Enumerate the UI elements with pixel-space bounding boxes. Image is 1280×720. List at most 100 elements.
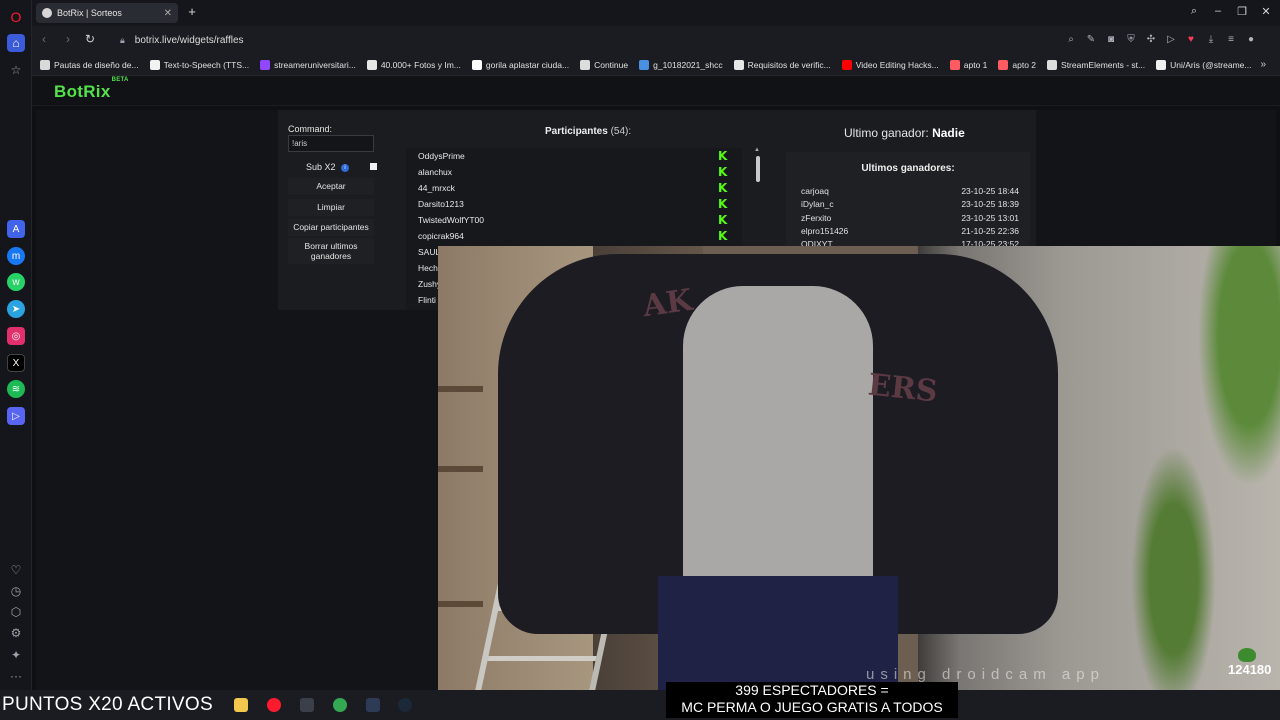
video-person-shirt [683,286,873,606]
bookmarks-overflow-icon[interactable]: » [1260,59,1266,70]
pepe-emote-icon [1238,648,1256,662]
instagram-icon[interactable]: ◎ [7,327,25,345]
bookmark-item[interactable]: g_10182021_shcc [639,59,723,70]
shield-icon[interactable]: ⛨ [1124,33,1138,47]
last-winner-heading: Ultimo ganador: Nadie [844,126,965,140]
participant-name: Flinti [418,295,436,305]
delete-winners-button[interactable]: Borrar ultimos ganadores [288,238,374,264]
bookmark-favicon-icon [949,59,960,70]
download-icon[interactable]: ⤓ [1204,33,1218,47]
bookmark-label: Uni/Aris (@streame... [1170,59,1252,70]
minimize-icon[interactable]: – [1208,5,1228,17]
bookmark-favicon-icon [1156,59,1167,70]
bookmark-item[interactable]: gorila aplastar ciuda... [471,59,570,70]
bookmark-item[interactable]: Uni/Aris (@streame... [1156,59,1252,70]
command-input[interactable] [288,135,374,152]
vpn-icon[interactable]: ✣ [1144,33,1158,47]
winner-date: 21-10-25 22:36 [961,225,1019,236]
profile-icon[interactable]: ● [1244,33,1258,47]
winner-name: carjoaq [801,186,829,196]
tips-lightbulb-icon[interactable]: ✦ [7,646,25,664]
clear-button[interactable]: Limpiar [288,199,374,216]
participants-title-text: Participantes [545,126,608,137]
back-arrow-icon[interactable]: ‹ [36,32,52,46]
bookmark-item[interactable]: StreamElements - st... [1047,59,1145,70]
edit-icon[interactable]: ✎ [1084,33,1098,47]
participant-name: TwistedWolfYT00 [418,215,484,225]
spotify-icon[interactable]: ≋ [7,380,25,398]
participant-row: Darsito1213 K [406,196,742,212]
last-winner-name: Nadie [932,126,965,140]
history-icon[interactable]: ◷ [7,582,25,600]
bookmark-item[interactable]: apto 1 [949,59,987,70]
kick-platform-icon: K [718,165,728,179]
close-window-icon[interactable]: ✕ [1256,5,1276,18]
winner-date: 23-10-25 18:39 [961,199,1019,210]
restore-icon[interactable]: ❐ [1232,5,1252,18]
url-text: botrix.live/widgets/raffles [134,35,244,46]
easy-setup-icon[interactable]: ≡ [1224,33,1238,47]
home-icon[interactable]: ⌂ [7,34,25,52]
player-icon[interactable]: ▷ [7,407,25,425]
bookmark-label: Video Editing Hacks... [855,59,939,70]
speed-dial-icon[interactable]: ☆ [7,61,25,79]
extensions-icon[interactable]: ⬡ [7,603,25,621]
camera-icon[interactable]: ◙ [1104,33,1118,47]
botrix-logo[interactable]: BotRixBETA [54,77,128,102]
bookmark-item[interactable]: Text-to-Speech (TTS... [149,59,250,70]
steam-icon[interactable] [398,698,412,712]
bookmark-item[interactable]: Continue [580,59,628,70]
bookmark-item[interactable]: apto 2 [998,59,1036,70]
new-tab-plus-icon[interactable]: + [184,4,200,20]
forward-arrow-icon[interactable]: › [60,32,76,46]
url-field[interactable]: 🔒︎ botrix.live/widgets/raffles [120,31,244,49]
chrome-icon[interactable] [333,698,347,712]
winner-name: zFerxito [801,212,832,223]
participant-name: Darsito1213 [418,199,464,209]
bookmark-item[interactable]: Video Editing Hacks... [841,59,939,70]
file-explorer-icon[interactable] [234,698,248,712]
participant-row: OddysPrime K [406,148,742,164]
obs-window-icon[interactable] [366,698,380,712]
scroll-up-arrow-icon[interactable]: ▲ [754,147,760,153]
winner-date: 23-10-25 13:01 [961,212,1019,223]
close-tab-icon[interactable]: ✕ [164,8,172,19]
search-icon[interactable]: ⌕ [1064,33,1078,47]
winner-row: zFerxito 23-10-25 13:01 [801,213,1019,223]
favorites-icon[interactable]: ♡ [7,561,25,579]
telegram-icon[interactable]: ➤ [7,300,25,318]
bookmark-item[interactable]: Pautas de diseño de... [40,59,139,70]
opera-taskbar-icon[interactable] [267,698,281,712]
opera-logo-icon[interactable]: O [7,8,25,26]
video-shelf [438,601,483,607]
search-tabs-icon[interactable]: ⌕ [1184,5,1204,18]
reload-icon[interactable]: ↻ [82,32,98,46]
tab-bar: BotRix | Sorteos ✕ + ⌕ – ❐ ✕ [32,0,1280,26]
browser-sidebar: O ⌂ ☆ A m w ➤ ◎ X ≋ ▷ ♡ ◷ ⬡ ⚙ ✦ ··· [0,0,32,690]
player-play-icon[interactable]: ▷ [1164,33,1178,47]
accept-button[interactable]: Aceptar [288,178,374,195]
jacket-letters: ERS [866,367,940,410]
aria-icon[interactable]: A [7,220,25,238]
info-icon[interactable]: i [341,164,349,172]
heart-icon[interactable]: ♥ [1184,33,1198,47]
browser-tab[interactable]: BotRix | Sorteos ✕ [36,3,178,23]
messenger-icon[interactable]: m [7,247,25,265]
bookmark-label: gorila aplastar ciuda... [485,59,570,70]
x-twitter-icon[interactable]: X [7,354,25,372]
more-icon[interactable]: ··· [7,667,25,685]
bookmark-item[interactable]: Requisitos de verific... [733,59,831,70]
winner-name: elpro151426 [801,225,849,236]
whatsapp-icon[interactable]: w [7,273,25,291]
bookmark-label: Text-to-Speech (TTS... [163,59,250,70]
bookmark-favicon-icon [841,59,852,70]
settings-gear-icon[interactable]: ⚙ [7,624,25,642]
video-shelf [438,466,483,472]
bookmark-item[interactable]: 40.000+ Fotos y Im... [366,59,461,70]
copy-participants-button[interactable]: Copiar participantes [288,219,374,236]
participants-scrollbar[interactable] [756,156,760,182]
sub-x2-checkbox[interactable] [370,163,377,170]
bookmark-item[interactable]: streameruniversitari... [260,59,356,70]
kick-platform-icon: K [718,197,728,211]
app-taskbar-icon[interactable] [300,698,314,712]
